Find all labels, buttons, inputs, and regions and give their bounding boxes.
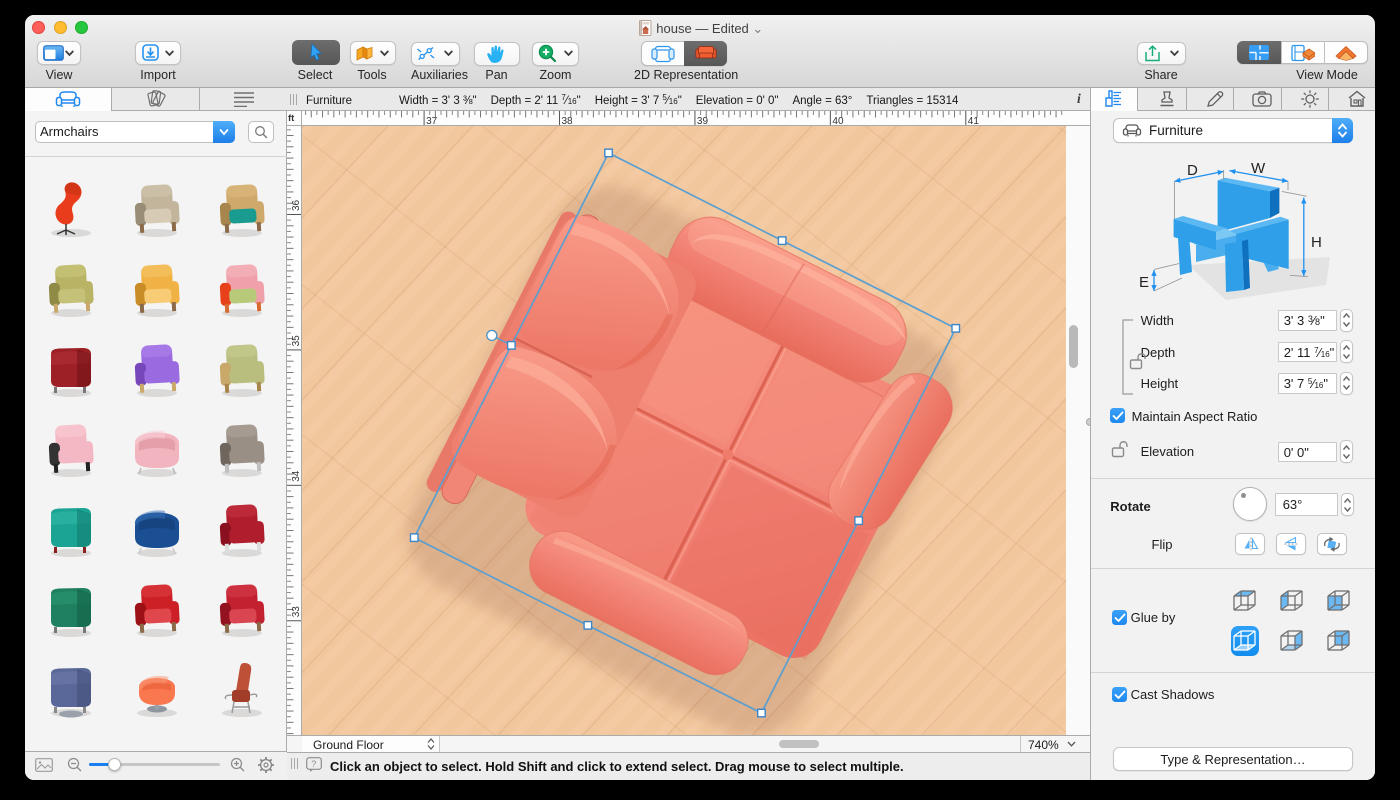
svg-text:34: 34	[291, 470, 302, 482]
svg-text:?: ?	[311, 759, 316, 769]
svg-text:40: 40	[832, 116, 844, 126]
svg-text:H: H	[1311, 234, 1322, 251]
svg-text:38: 38	[562, 116, 574, 126]
svg-text:33: 33	[291, 606, 302, 618]
svg-text:41: 41	[968, 116, 980, 126]
svg-text:37: 37	[426, 116, 438, 126]
svg-text:35: 35	[291, 335, 302, 347]
svg-text:E: E	[1139, 274, 1149, 291]
svg-text:W: W	[1251, 160, 1266, 177]
svg-text:36: 36	[291, 199, 302, 211]
svg-text:39: 39	[697, 116, 709, 126]
svg-text:D: D	[1187, 162, 1198, 179]
